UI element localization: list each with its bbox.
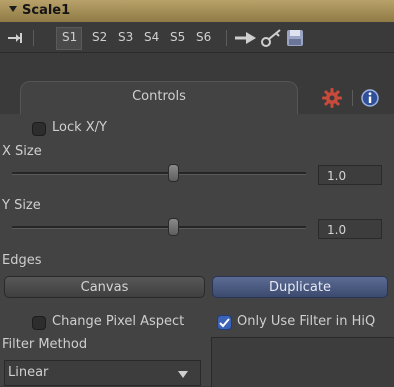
change-pixel-aspect-checkbox[interactable] <box>32 316 46 330</box>
arrow-right-icon[interactable] <box>234 30 258 49</box>
save-icon[interactable] <box>286 29 304 51</box>
tab-s1[interactable]: S1 <box>62 22 77 52</box>
edges-duplicate-button[interactable]: Duplicate <box>212 276 388 298</box>
collapse-triangle-icon[interactable] <box>9 6 17 12</box>
tab-s3[interactable]: S3 <box>118 22 133 52</box>
edges-canvas-button[interactable]: Canvas <box>4 276 205 298</box>
edges-label: Edges <box>2 253 42 268</box>
change-pixel-aspect-label: Change Pixel Aspect <box>52 314 185 329</box>
toolbar-separator <box>226 30 227 46</box>
tab-s2[interactable]: S2 <box>92 22 107 52</box>
x-size-input[interactable]: 1.0 <box>318 165 382 185</box>
tab-controls[interactable]: Controls <box>20 81 298 114</box>
toolbar-separator <box>33 30 34 46</box>
filter-method-label: Filter Method <box>2 337 88 352</box>
tab-s5[interactable]: S5 <box>170 22 185 52</box>
y-size-slider-track[interactable] <box>12 226 306 229</box>
filter-options-panel <box>211 337 394 387</box>
x-size-slider-track[interactable] <box>12 172 306 175</box>
only-use-filter-checkbox[interactable] <box>217 315 232 330</box>
tab-controls-label: Controls <box>132 89 186 104</box>
settings-gear-icon[interactable] <box>322 88 342 112</box>
lock-xy-checkbox[interactable] <box>32 122 46 136</box>
y-size-input[interactable]: 1.0 <box>318 219 382 239</box>
node-title-bar[interactable]: Scale1 <box>0 0 394 23</box>
info-icon[interactable] <box>360 88 380 112</box>
checkmark-icon <box>219 318 230 328</box>
node-title: Scale1 <box>22 3 71 18</box>
lock-xy-label: Lock X/Y <box>52 120 108 135</box>
x-size-label: X Size <box>2 144 42 159</box>
y-size-slider-handle[interactable] <box>168 218 179 236</box>
filter-method-dropdown[interactable]: Linear <box>4 360 201 386</box>
pin-icon[interactable] <box>7 30 27 49</box>
view-toolbar: S1 S2 S3 S4 S5 S6 <box>0 22 394 53</box>
only-use-filter-label: Only Use Filter in HiQ <box>237 314 376 329</box>
dropdown-arrow-icon <box>178 371 188 378</box>
tab-s4[interactable]: S4 <box>144 22 159 52</box>
filter-method-value: Linear <box>8 365 49 380</box>
y-size-label: Y Size <box>2 198 41 213</box>
tab-s6[interactable]: S6 <box>196 22 211 52</box>
tab-separator <box>352 90 353 106</box>
x-size-slider-handle[interactable] <box>168 164 179 182</box>
key-icon[interactable] <box>260 28 284 52</box>
